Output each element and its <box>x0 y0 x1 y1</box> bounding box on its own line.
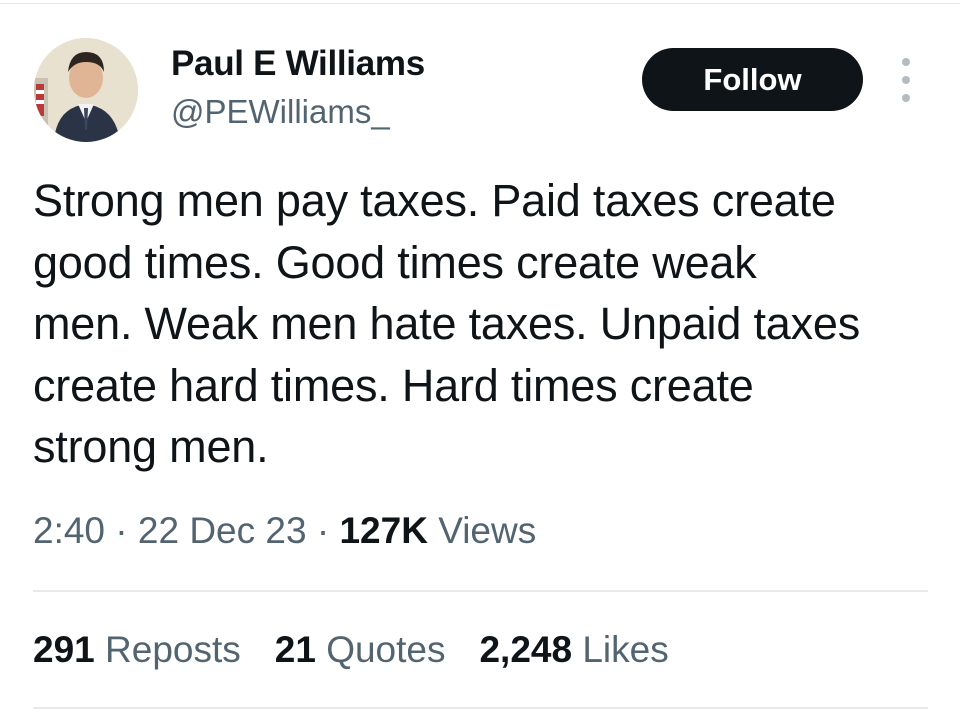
user-handle[interactable]: @PEWilliams_ <box>171 93 390 131</box>
display-name[interactable]: Paul E Williams <box>171 44 425 84</box>
avatar-photo <box>34 38 138 142</box>
tweet-text: Strong men pay taxes. Paid taxes create … <box>33 170 933 478</box>
tweet-date[interactable]: 22 Dec 23 <box>138 510 307 551</box>
quotes-label: Quotes <box>326 629 446 670</box>
avatar[interactable] <box>34 38 138 142</box>
divider <box>33 707 928 709</box>
divider <box>33 590 928 592</box>
meta-separator: · <box>105 510 138 551</box>
views-count: 127K <box>339 510 428 551</box>
more-dot <box>902 76 910 84</box>
reposts-label: Reposts <box>105 629 241 670</box>
more-dot <box>902 94 910 102</box>
likes-count: 2,248 <box>479 629 573 670</box>
meta-separator: · <box>306 510 340 551</box>
more-dot <box>902 58 910 66</box>
follow-button[interactable]: Follow <box>642 48 863 111</box>
tweet-time[interactable]: 2:40 <box>33 510 105 551</box>
likes-stat[interactable]: 2,248 Likes <box>479 629 668 671</box>
tweet-text-line: good times. Good times create weak <box>33 236 757 288</box>
quotes-stat[interactable]: 21 Quotes <box>275 629 446 671</box>
tweet-text-line: create hard times. Hard times create <box>33 359 754 411</box>
top-divider <box>0 3 960 4</box>
reposts-stat[interactable]: 291 Reposts <box>33 629 241 671</box>
reposts-count: 291 <box>33 629 95 670</box>
tweet-text-line: Strong men pay taxes. Paid taxes create <box>33 175 836 226</box>
tweet-text-line: strong men. <box>33 421 269 472</box>
engagement-stats: 291 Reposts 21 Quotes 2,248 Likes <box>33 629 669 671</box>
more-vertical-icon[interactable] <box>892 58 920 102</box>
likes-label: Likes <box>582 629 669 670</box>
views-label: Views <box>438 510 537 551</box>
tweet-text-line: men. Weak men hate taxes. Unpaid taxes <box>33 298 861 349</box>
quotes-count: 21 <box>274 629 316 670</box>
tweet-meta: 2:40 · 22 Dec 23 · 127K Views <box>33 510 536 552</box>
